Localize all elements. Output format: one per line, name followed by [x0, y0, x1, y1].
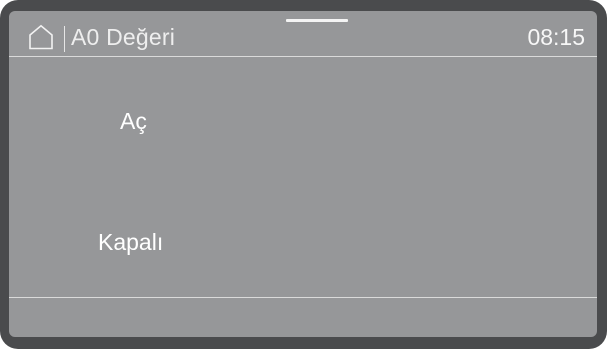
- option-on[interactable]: Aç: [120, 106, 147, 136]
- device-bezel: A0 Değeri 08:15 Aç Kapalı: [0, 0, 607, 349]
- header-separator: [64, 26, 65, 52]
- page-title: A0 Değeri: [71, 24, 176, 50]
- header-bar: A0 Değeri 08:15: [9, 11, 597, 57]
- display-screen: A0 Değeri 08:15 Aç Kapalı: [9, 11, 597, 337]
- footer-divider: [9, 297, 597, 298]
- option-off[interactable]: Kapalı: [98, 227, 163, 257]
- home-icon[interactable]: [28, 24, 54, 50]
- clock-time: 08:15: [527, 24, 585, 50]
- home-icon-glyph: [29, 24, 53, 50]
- header-divider: [9, 56, 597, 57]
